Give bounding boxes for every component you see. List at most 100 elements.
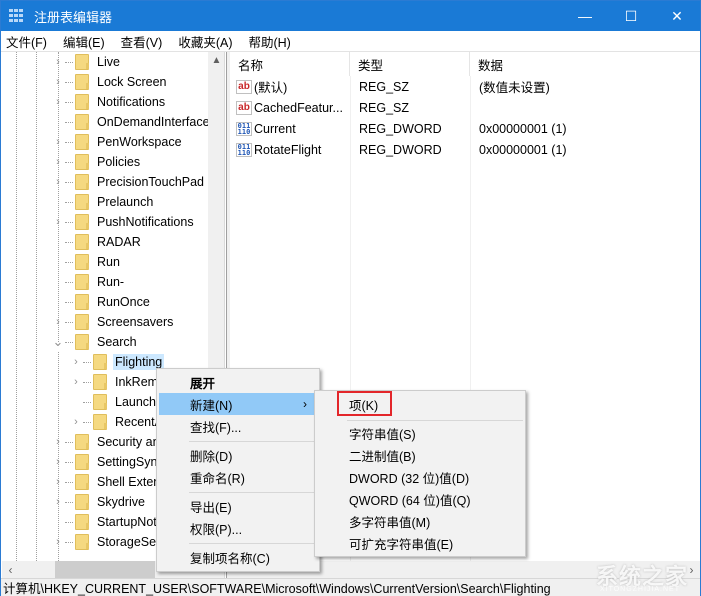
tree-item[interactable]: StartupNotify (52, 512, 171, 532)
chevron-right-icon[interactable]: › (70, 412, 82, 432)
column-header-data[interactable]: 数据 (470, 52, 700, 76)
tree-connector-dots (65, 521, 73, 523)
registry-editor-window: 注册表编辑器 — ☐ ✕ 文件(F) 编辑(E) 查看(V) 收藏夹(A) 帮助… (0, 0, 701, 596)
maximize-button[interactable]: ☐ (608, 1, 654, 31)
string-value-icon: ab (236, 100, 252, 115)
tree-item[interactable]: ⌄ Search (52, 332, 139, 352)
binary-value-icon: 011 110 (236, 121, 252, 136)
new-multi-string-value[interactable]: 多字符串值(M) (317, 510, 523, 532)
scroll-up-arrow-icon[interactable]: ▲ (208, 52, 224, 69)
tree-connector-dots (65, 301, 73, 303)
scroll-left-arrow-icon[interactable]: ‹ (2, 561, 19, 578)
annotation-highlight-box (337, 391, 392, 416)
chevron-right-icon[interactable]: › (52, 452, 64, 472)
binary-value-icon: 011 110 (236, 142, 252, 157)
tree-item[interactable]: › Lock Screen (52, 72, 168, 92)
value-row[interactable]: 011 110 Current REG_DWORD 0x00000001 (1) (230, 118, 700, 139)
tree-item[interactable]: › Live (52, 52, 122, 72)
tree-item[interactable]: Run (52, 252, 122, 272)
value-name-cell: 011 110 Current (236, 118, 296, 139)
tree-item[interactable]: RunOnce (52, 292, 152, 312)
value-name: CachedFeatur... (254, 100, 343, 115)
chevron-right-icon[interactable]: › (52, 492, 64, 512)
tree-item[interactable]: RADAR (52, 232, 143, 252)
ctx-copy-key-name[interactable]: 复制项名称(C) (159, 546, 317, 568)
menu-edit[interactable]: 编辑(E) (57, 32, 111, 51)
column-header-type[interactable]: 类型 (350, 52, 470, 76)
tree-item[interactable]: Launch (70, 392, 158, 412)
chevron-right-icon[interactable]: › (52, 212, 64, 232)
chevron-down-icon[interactable]: ⌄ (52, 332, 64, 352)
menu-view[interactable]: 查看(V) (115, 32, 169, 51)
minimize-button[interactable]: — (562, 1, 608, 31)
menu-separator (189, 441, 317, 442)
value-name: Current (254, 121, 296, 136)
tree-item[interactable]: Run- (52, 272, 126, 292)
folder-icon (75, 334, 89, 350)
chevron-right-icon[interactable]: › (52, 152, 64, 172)
tree-item[interactable]: › PrecisionTouchPad (52, 172, 206, 192)
folder-icon (75, 314, 89, 330)
new-qword-value[interactable]: QWORD (64 位)值(Q) (317, 488, 523, 510)
tree-item[interactable]: › Screensavers (52, 312, 175, 332)
tree-hscroll-thumb[interactable] (55, 561, 155, 578)
folder-icon (93, 414, 107, 430)
tree-item[interactable]: OnDemandInterfaceC (52, 112, 221, 132)
new-expandable-string-value[interactable]: 可扩充字符串值(E) (317, 532, 523, 554)
folder-icon (75, 74, 89, 90)
ctx-export[interactable]: 导出(E) (159, 495, 317, 517)
chevron-right-icon[interactable]: › (52, 312, 64, 332)
tree-item-label: Run- (97, 275, 125, 289)
close-button[interactable]: ✕ (654, 1, 700, 31)
ctx-new[interactable]: 新建(N) › (159, 393, 317, 415)
new-dword-value[interactable]: DWORD (32 位)值(D) (317, 466, 523, 488)
ctx-permissions[interactable]: 权限(P)... (159, 517, 317, 539)
tree-connector (52, 192, 64, 212)
tree-item[interactable]: › Flighting (70, 352, 165, 372)
tree-item[interactable]: › PenWorkspace (52, 132, 184, 152)
chevron-right-icon[interactable]: › (52, 172, 64, 192)
tree-item[interactable]: › Notifications (52, 92, 167, 112)
folder-icon (75, 294, 89, 310)
chevron-right-icon[interactable]: › (52, 92, 64, 112)
chevron-right-icon[interactable]: › (52, 72, 64, 92)
submenu-arrow-icon: › (303, 397, 307, 411)
new-qword-value-label: QWORD (64 位)值(Q) (349, 493, 471, 508)
chevron-right-icon[interactable]: › (70, 352, 82, 372)
ctx-find[interactable]: 查找(F)... (159, 415, 317, 437)
tree-connector-dots (65, 121, 73, 123)
column-header-name[interactable]: 名称 (230, 52, 350, 76)
regedit-app-icon (9, 9, 25, 23)
tree-item-label: Skydrive (97, 495, 145, 509)
chevron-right-icon[interactable]: › (52, 532, 64, 552)
tree-item[interactable]: › PushNotifications (52, 212, 196, 232)
value-row[interactable]: 011 110 RotateFlight REG_DWORD 0x00000001 (1… (230, 139, 700, 160)
new-string-value[interactable]: 字符串值(S) (317, 422, 523, 444)
value-name: RotateFlight (254, 142, 322, 157)
value-name: (默认) (254, 81, 288, 95)
tree-item[interactable]: › Policies (52, 152, 142, 172)
tree-item[interactable]: Prelaunch (52, 192, 155, 212)
chevron-right-icon[interactable]: › (52, 52, 64, 72)
chevron-right-icon[interactable]: › (52, 432, 64, 452)
folder-icon (75, 274, 89, 290)
chevron-right-icon[interactable]: › (52, 472, 64, 492)
menu-favorites[interactable]: 收藏夹(A) (172, 32, 238, 51)
tree-item[interactable]: › Skydrive (52, 492, 147, 512)
chevron-right-icon[interactable]: › (70, 372, 82, 392)
menu-help[interactable]: 帮助(H) (242, 32, 296, 51)
value-row[interactable]: ab (默认) REG_SZ (数值未设置) (230, 76, 700, 97)
folder-icon (75, 114, 89, 130)
tree-connector (52, 232, 64, 252)
ctx-rename[interactable]: 重命名(R) (159, 466, 317, 488)
tree-item[interactable]: › SettingSync (52, 452, 166, 472)
ctx-delete[interactable]: 删除(D) (159, 444, 317, 466)
value-row[interactable]: ab CachedFeatur... REG_SZ (230, 97, 700, 118)
menu-file[interactable]: 文件(F) (1, 32, 53, 51)
folder-icon (93, 394, 107, 410)
chevron-right-icon[interactable]: › (52, 132, 64, 152)
tree-item-label: Policies (97, 155, 141, 169)
menu-separator (189, 492, 317, 493)
ctx-expand[interactable]: 展开 (159, 371, 317, 393)
new-binary-value[interactable]: 二进制值(B) (317, 444, 523, 466)
